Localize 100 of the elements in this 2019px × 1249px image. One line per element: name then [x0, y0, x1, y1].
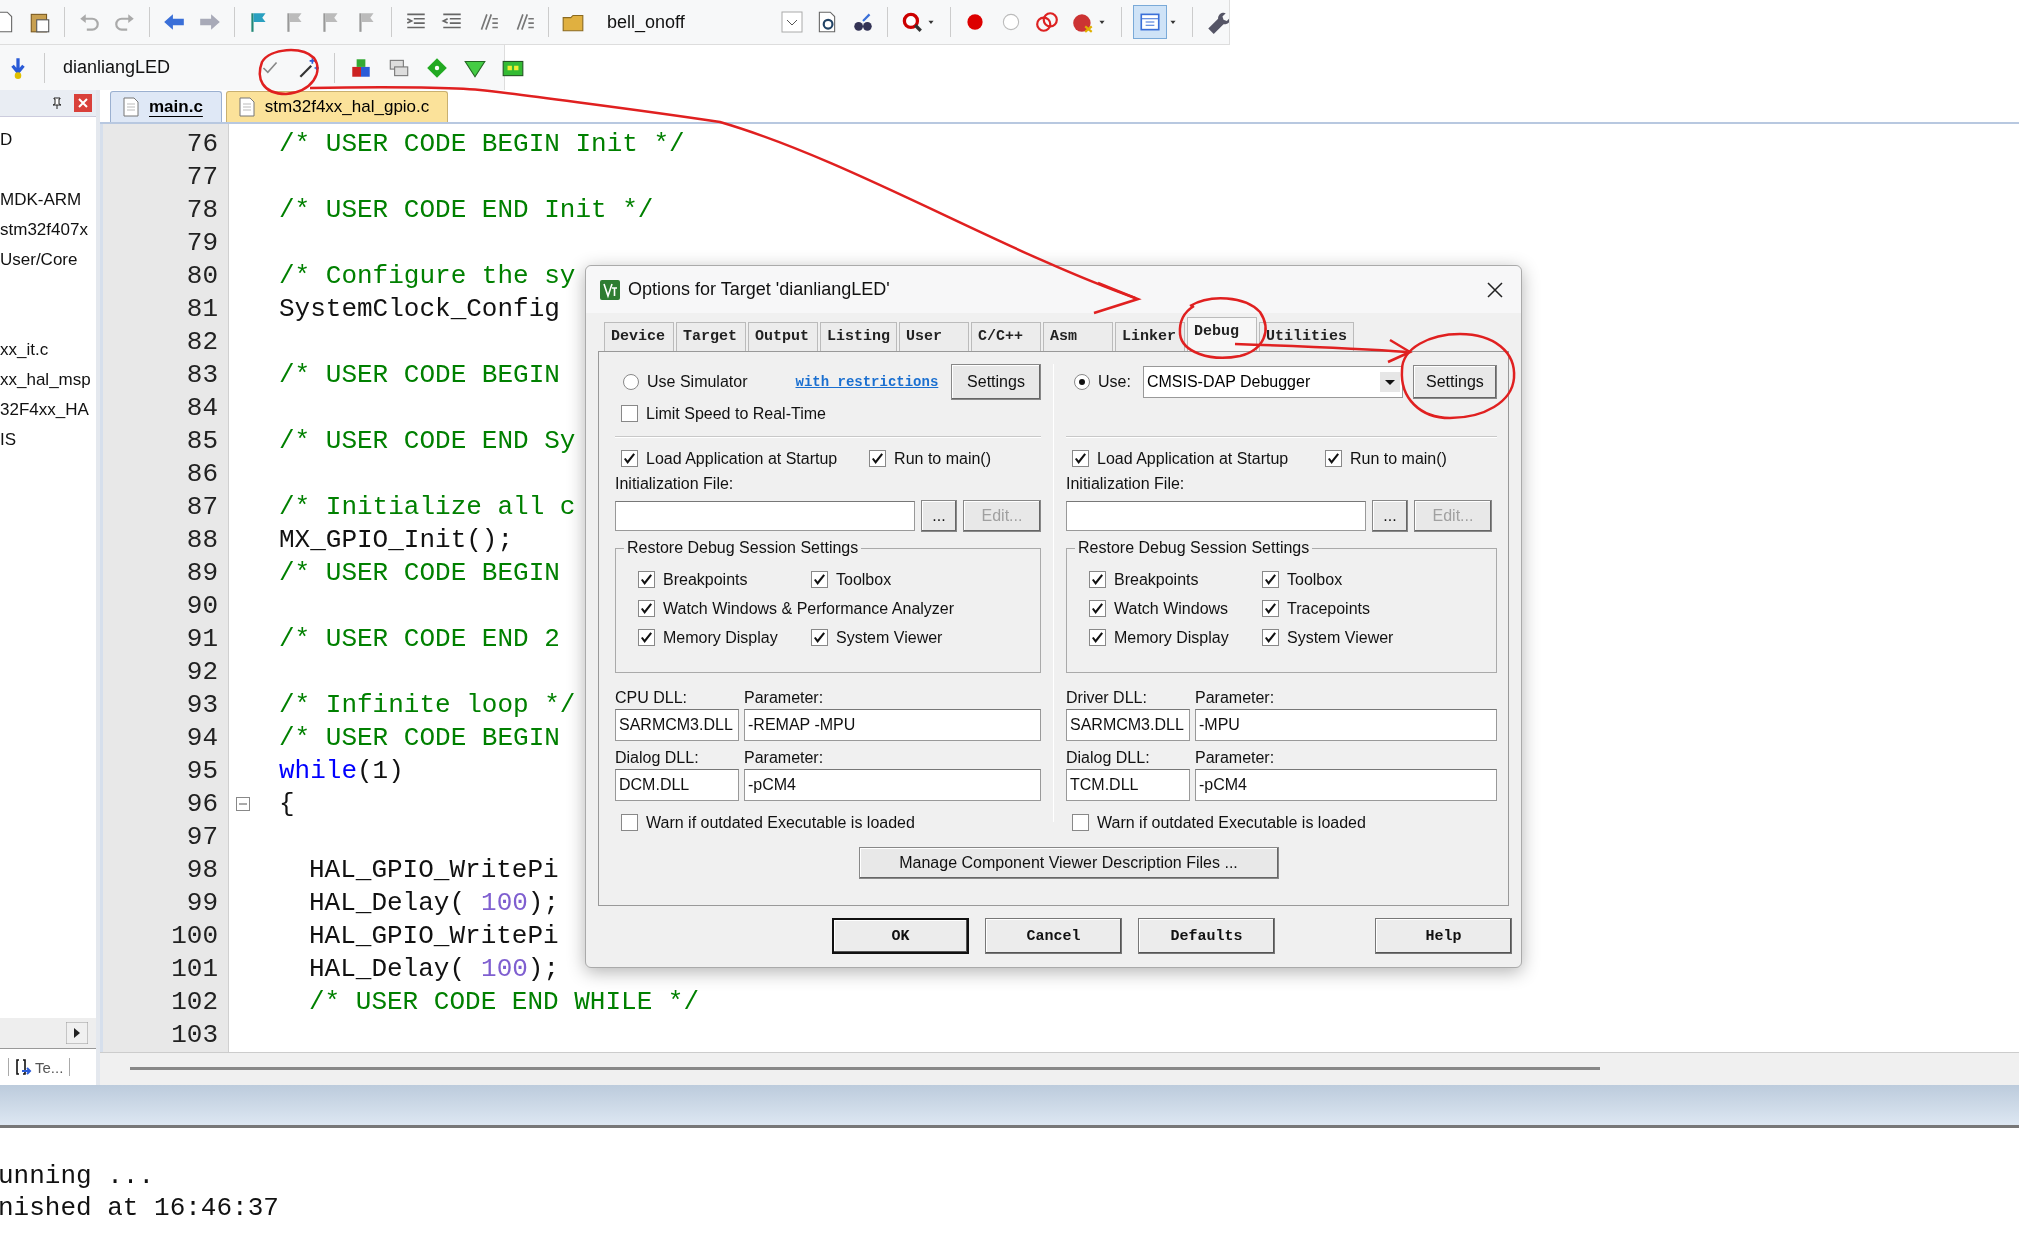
- line-number: 95: [186, 756, 218, 787]
- dialog-button[interactable]: Defaults: [1138, 918, 1275, 955]
- horizontal-scrollbar[interactable]: [100, 1051, 2019, 1085]
- tree-item[interactable]: xx_hal_msp: [0, 365, 96, 395]
- init-file-field[interactable]: [615, 500, 915, 531]
- checkbox[interactable]: [621, 405, 638, 423]
- dropdown-icon[interactable]: [1379, 370, 1400, 393]
- dialog-button[interactable]: Cancel: [985, 918, 1122, 955]
- field-label: CPU DLL:: [615, 688, 689, 707]
- code-text: HAL_Delay(: [309, 886, 466, 920]
- target-combo[interactable]: dianliangLED: [59, 57, 175, 78]
- settings-button[interactable]: Settings: [951, 363, 1041, 400]
- dialog-tab[interactable]: Debug: [1187, 316, 1257, 351]
- init-file-field[interactable]: [1066, 500, 1366, 531]
- dialog-tab[interactable]: Target: [676, 321, 746, 351]
- line-number: 92: [186, 657, 218, 688]
- checkbox-label: Memory Display: [663, 628, 778, 647]
- radio-button[interactable]: [623, 373, 639, 390]
- file-tab[interactable]: main.c: [110, 90, 222, 122]
- checkbox-label: Breakpoints: [1114, 570, 1199, 589]
- checkbox[interactable]: [1089, 629, 1106, 647]
- dialog-button[interactable]: Help: [1375, 918, 1512, 955]
- dll-field[interactable]: TCM.DLL: [1066, 768, 1190, 801]
- dialog-tab[interactable]: Device: [604, 321, 674, 351]
- checkbox-label: Load Application at Startup: [1097, 449, 1289, 468]
- project-combo[interactable]: bell_onoff: [597, 7, 803, 37]
- checkbox[interactable]: [1262, 571, 1279, 589]
- line-number: 76: [186, 129, 218, 160]
- code-text: /* USER CODE BEGIN: [279, 358, 560, 392]
- rings-icon[interactable]: [1035, 10, 1059, 34]
- window-icon[interactable]: [1134, 6, 1166, 38]
- line-number: 91: [186, 624, 218, 655]
- dialog-tab[interactable]: Asm: [1043, 321, 1113, 351]
- field-label: Parameter:: [744, 688, 824, 707]
- pin-icon[interactable]: [50, 96, 64, 110]
- file-tab[interactable]: stm32f4xx_hal_gpio.c: [225, 90, 449, 122]
- debugger-combo[interactable]: CMSIS-DAP Debugger: [1142, 365, 1403, 398]
- checkbox[interactable]: [811, 571, 828, 589]
- line-number: 97: [186, 822, 218, 853]
- checkbox[interactable]: [1262, 629, 1279, 647]
- tree-item[interactable]: 32F4xx_HA: [0, 395, 96, 425]
- checkbox[interactable]: [638, 600, 655, 618]
- restrictions-link[interactable]: with restrictions: [795, 373, 939, 390]
- parameter-field[interactable]: -REMAP -MPU: [744, 708, 1041, 741]
- parameter-field[interactable]: -pCM4: [744, 768, 1041, 801]
- code-text: while: [279, 754, 357, 788]
- dialog-tab[interactable]: User: [899, 321, 969, 351]
- dll-field[interactable]: SARMCM3.DLL: [1066, 708, 1190, 741]
- magnifier-icon[interactable]: [900, 10, 924, 34]
- checkbox[interactable]: [621, 450, 638, 468]
- checkbox[interactable]: [811, 629, 828, 647]
- panel-tab[interactable]: Te...: [8, 1058, 71, 1076]
- tree-item[interactable]: D: [0, 125, 96, 155]
- scroll-right-icon[interactable]: [66, 1022, 88, 1044]
- dialog-tab[interactable]: C/C++: [971, 321, 1041, 351]
- dialog-tab[interactable]: Output: [748, 321, 818, 351]
- code-text: /* USER CODE END Sy: [279, 424, 576, 458]
- field-label: Driver DLL:: [1066, 688, 1148, 707]
- line-number: 84: [186, 393, 218, 424]
- browse-button[interactable]: ...: [1372, 499, 1408, 532]
- tree-item[interactable]: stm32f407x: [0, 215, 96, 245]
- checkbox[interactable]: [869, 450, 887, 468]
- checkbox[interactable]: [1325, 450, 1342, 468]
- line-number: 83: [186, 360, 218, 391]
- close-icon[interactable]: [1485, 279, 1505, 300]
- checkbox[interactable]: [1089, 600, 1106, 618]
- settings-button[interactable]: Settings: [1412, 364, 1497, 399]
- checkbox[interactable]: [1262, 600, 1279, 618]
- checkbox[interactable]: [1072, 450, 1089, 468]
- field-label: Parameter:: [744, 748, 824, 767]
- checkbox[interactable]: [638, 629, 655, 647]
- code-text: /* USER CODE BEGIN: [279, 556, 560, 590]
- browse-button[interactable]: ...: [921, 499, 957, 532]
- checkbox[interactable]: [1072, 814, 1089, 832]
- dialog-button[interactable]: OK: [832, 918, 969, 955]
- checkbox-label: Load Application at Startup: [646, 449, 838, 468]
- code-text: HAL_Delay(: [309, 952, 466, 986]
- field-label: Dialog DLL:: [1066, 748, 1151, 767]
- manage-button[interactable]: Manage Component Viewer Description Files ...: [858, 846, 1279, 879]
- tree-item[interactable]: xx_it.c: [0, 335, 96, 365]
- code-text: /* USER CODE END 2: [279, 622, 560, 656]
- collapse-icon[interactable]: [236, 797, 250, 812]
- dll-field[interactable]: DCM.DLL: [615, 768, 739, 801]
- dialog-tab[interactable]: Listing: [820, 321, 897, 351]
- tree-item[interactable]: MDK-ARM: [0, 185, 96, 215]
- code-text: MX_GPIO_Init();: [279, 523, 514, 557]
- checkbox-label: Limit Speed to Real-Time: [646, 404, 826, 423]
- app-icon: [600, 279, 620, 300]
- tree-item[interactable]: User/Core: [0, 245, 96, 275]
- parameter-field[interactable]: -MPU: [1195, 708, 1497, 741]
- dialog-tab[interactable]: Linker: [1115, 321, 1185, 351]
- checkbox[interactable]: [621, 814, 638, 832]
- dll-field[interactable]: SARMCM3.DLL: [615, 708, 739, 741]
- checkbox[interactable]: [1089, 571, 1106, 589]
- line-number: 94: [186, 723, 218, 754]
- checkbox[interactable]: [638, 571, 655, 589]
- radio-button[interactable]: [1074, 373, 1090, 390]
- wrench-icon[interactable]: [1205, 10, 1229, 34]
- parameter-field[interactable]: -pCM4: [1195, 768, 1497, 801]
- tree-item[interactable]: IS: [0, 425, 96, 455]
